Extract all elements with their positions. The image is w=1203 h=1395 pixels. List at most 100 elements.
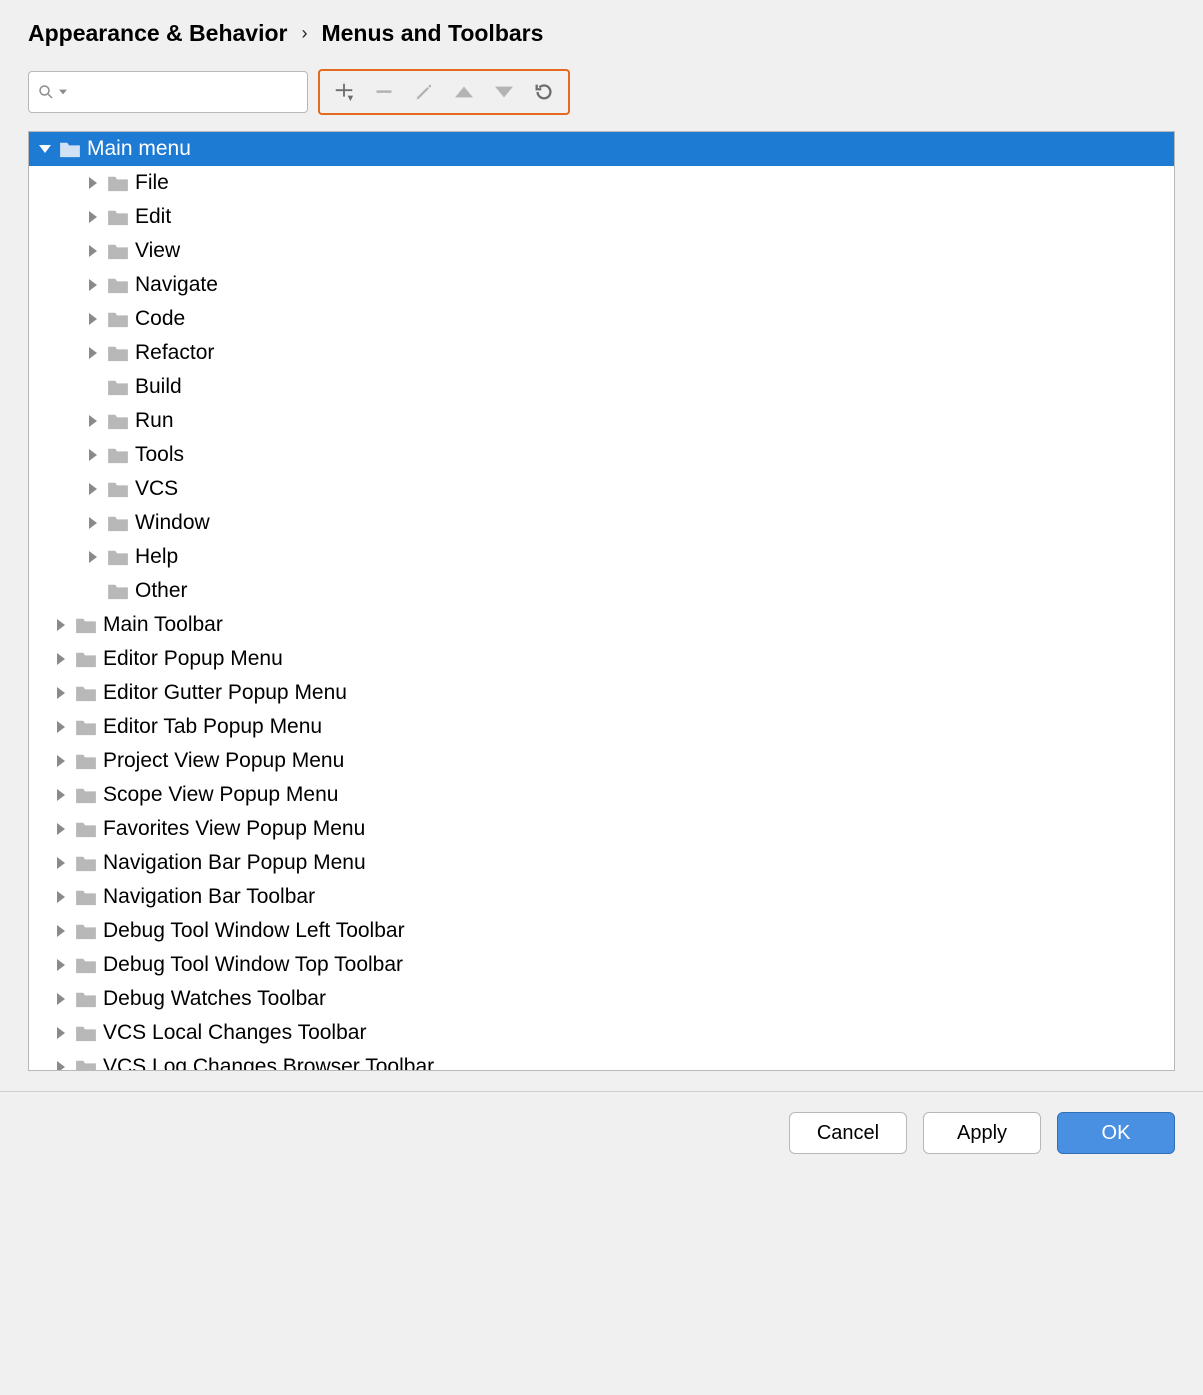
tree-row[interactable]: Main menu xyxy=(29,132,1174,166)
tree-row[interactable]: Tools xyxy=(29,438,1174,472)
tree-row-label: Main menu xyxy=(87,137,191,161)
chevron-right-icon[interactable] xyxy=(85,209,101,225)
folder-icon xyxy=(75,990,97,1008)
search-field[interactable] xyxy=(71,81,307,104)
folder-icon xyxy=(75,786,97,804)
tree-row[interactable]: Navigation Bar Popup Menu xyxy=(29,846,1174,880)
remove-button[interactable] xyxy=(372,80,396,104)
chevron-right-icon[interactable] xyxy=(53,923,69,939)
chevron-down-icon[interactable] xyxy=(59,88,67,96)
chevron-right-icon[interactable] xyxy=(53,821,69,837)
chevron-right-icon[interactable] xyxy=(85,447,101,463)
tree-row[interactable]: Project View Popup Menu xyxy=(29,744,1174,778)
chevron-right-icon[interactable] xyxy=(53,991,69,1007)
folder-icon xyxy=(107,344,129,362)
tree-row[interactable]: Build xyxy=(29,370,1174,404)
folder-icon xyxy=(107,276,129,294)
chevron-right-icon[interactable] xyxy=(53,957,69,973)
folder-icon xyxy=(107,548,129,566)
chevron-down-icon[interactable] xyxy=(37,141,53,157)
folder-icon xyxy=(107,480,129,498)
tree-row[interactable]: Editor Gutter Popup Menu xyxy=(29,676,1174,710)
tree-row-label: Navigate xyxy=(135,273,218,297)
tree-row-label: Main Toolbar xyxy=(103,613,223,637)
tree-row[interactable]: Editor Popup Menu xyxy=(29,642,1174,676)
move-up-button[interactable] xyxy=(452,80,476,104)
tree-row[interactable]: Debug Watches Toolbar xyxy=(29,982,1174,1016)
chevron-right-icon[interactable] xyxy=(53,753,69,769)
chevron-right-icon[interactable] xyxy=(53,889,69,905)
tree-row[interactable]: Help xyxy=(29,540,1174,574)
tree-row-label: Favorites View Popup Menu xyxy=(103,817,365,841)
chevron-right-icon[interactable] xyxy=(85,515,101,531)
tree-row[interactable]: Main Toolbar xyxy=(29,608,1174,642)
folder-icon xyxy=(107,582,129,600)
apply-button[interactable]: Apply xyxy=(923,1112,1041,1154)
folder-icon xyxy=(75,922,97,940)
tree-row-label: Other xyxy=(135,579,188,603)
tree-row[interactable]: VCS Log Changes Browser Toolbar xyxy=(29,1050,1174,1071)
chevron-right-icon[interactable] xyxy=(53,787,69,803)
tree-row[interactable]: Debug Tool Window Top Toolbar xyxy=(29,948,1174,982)
chevron-right-icon[interactable] xyxy=(53,651,69,667)
cancel-button[interactable]: Cancel xyxy=(789,1112,907,1154)
move-down-button[interactable] xyxy=(492,80,516,104)
reset-button[interactable] xyxy=(532,80,556,104)
chevron-right-icon[interactable] xyxy=(85,481,101,497)
tree-row-label: Editor Tab Popup Menu xyxy=(103,715,322,739)
chevron-right-icon[interactable] xyxy=(85,175,101,191)
chevron-right-icon[interactable] xyxy=(53,685,69,701)
chevron-right-icon[interactable] xyxy=(85,311,101,327)
search-icon xyxy=(37,83,55,101)
chevron-right-icon[interactable] xyxy=(85,549,101,565)
tree-row[interactable]: VCS xyxy=(29,472,1174,506)
chevron-right-icon[interactable] xyxy=(85,243,101,259)
tree-row[interactable]: Refactor xyxy=(29,336,1174,370)
chevron-right-icon[interactable] xyxy=(53,855,69,871)
tree-row-label: Editor Popup Menu xyxy=(103,647,283,671)
folder-icon xyxy=(75,888,97,906)
folder-icon xyxy=(75,1024,97,1042)
tree-row[interactable]: VCS Local Changes Toolbar xyxy=(29,1016,1174,1050)
tree-row[interactable]: File xyxy=(29,166,1174,200)
chevron-right-icon[interactable] xyxy=(53,1059,69,1071)
chevron-right-icon[interactable] xyxy=(53,1025,69,1041)
tree-row[interactable]: Editor Tab Popup Menu xyxy=(29,710,1174,744)
tree-row-label: Debug Watches Toolbar xyxy=(103,987,326,1011)
tree-row[interactable]: Debug Tool Window Left Toolbar xyxy=(29,914,1174,948)
breadcrumb-parent[interactable]: Appearance & Behavior xyxy=(28,20,287,47)
chevron-right-icon[interactable] xyxy=(85,413,101,429)
tree-row-label: Tools xyxy=(135,443,184,467)
tree-row-label: Build xyxy=(135,375,182,399)
add-button[interactable] xyxy=(332,80,356,104)
tree-row[interactable]: Favorites View Popup Menu xyxy=(29,812,1174,846)
chevron-right-icon[interactable] xyxy=(53,617,69,633)
edit-button[interactable] xyxy=(412,80,436,104)
tree-row-label: Editor Gutter Popup Menu xyxy=(103,681,347,705)
tree-row-label: Code xyxy=(135,307,185,331)
chevron-right-icon[interactable] xyxy=(85,345,101,361)
chevron-right-icon[interactable] xyxy=(53,719,69,735)
folder-icon xyxy=(107,514,129,532)
tree-row[interactable]: Scope View Popup Menu xyxy=(29,778,1174,812)
tree-row[interactable]: Run xyxy=(29,404,1174,438)
folder-icon xyxy=(75,1058,97,1071)
ok-button[interactable]: OK xyxy=(1057,1112,1175,1154)
breadcrumb-current: Menus and Toolbars xyxy=(321,20,543,47)
menu-tree[interactable]: Main menu File Edit View Navigate Code Refacto… xyxy=(28,131,1175,1071)
tree-row[interactable]: Navigation Bar Toolbar xyxy=(29,880,1174,914)
tree-row[interactable]: Window xyxy=(29,506,1174,540)
tree-row-label: Debug Tool Window Top Toolbar xyxy=(103,953,403,977)
dialog-footer: Cancel Apply OK xyxy=(0,1091,1203,1178)
chevron-right-icon[interactable] xyxy=(85,277,101,293)
folder-icon xyxy=(75,956,97,974)
tree-row[interactable]: Navigate xyxy=(29,268,1174,302)
search-input[interactable] xyxy=(28,71,308,113)
tree-row[interactable]: Edit xyxy=(29,200,1174,234)
disclosure-spacer xyxy=(85,379,101,395)
tree-row-label: Edit xyxy=(135,205,171,229)
tree-row[interactable]: Code xyxy=(29,302,1174,336)
folder-icon xyxy=(107,208,129,226)
tree-row[interactable]: View xyxy=(29,234,1174,268)
tree-row[interactable]: Other xyxy=(29,574,1174,608)
